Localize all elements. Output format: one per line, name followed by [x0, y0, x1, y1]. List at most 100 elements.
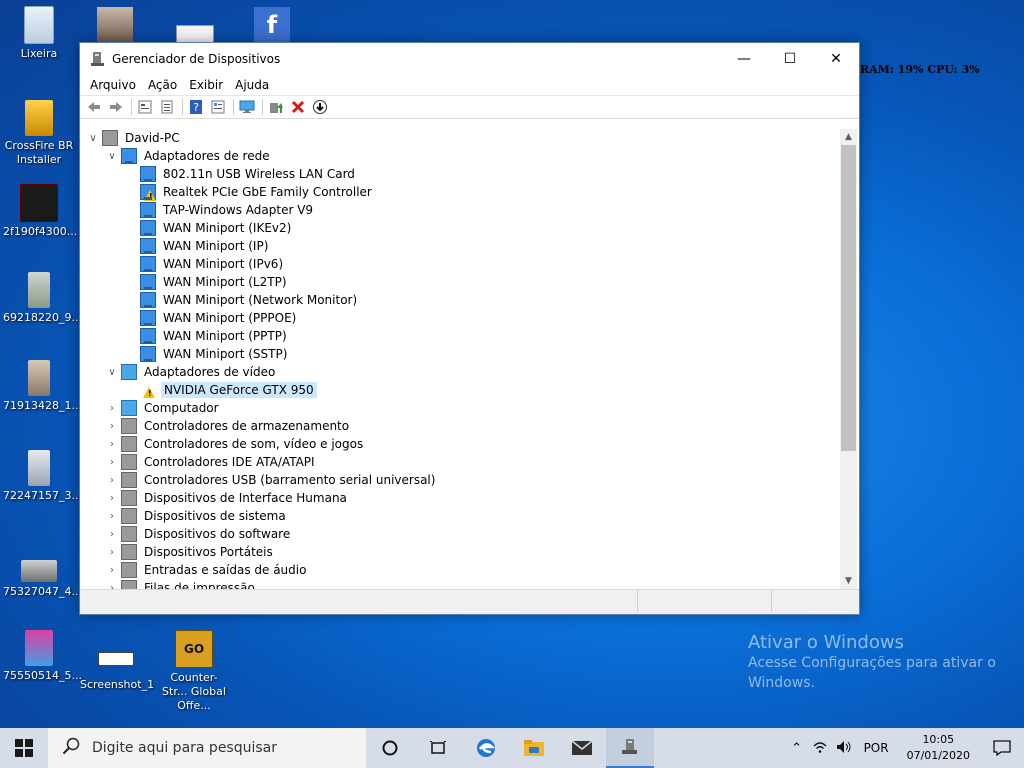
tree-category[interactable]: › Computador: [105, 399, 221, 417]
tree-item-label: Computador: [144, 401, 219, 415]
tree-category-network[interactable]: ∨ Adaptadores de rede: [105, 147, 272, 165]
tree-item-label: WAN Miniport (L2TP): [163, 275, 287, 289]
file-explorer-button[interactable]: [510, 728, 558, 768]
tree-item-network-adapter[interactable]: 802.11n USB Wireless LAN Card: [124, 165, 357, 183]
tree-item-network-adapter[interactable]: WAN Miniport (PPTP): [124, 327, 289, 345]
help-button[interactable]: ?: [186, 97, 206, 117]
taskbar-search-box[interactable]: Digite aqui para pesquisar: [48, 728, 366, 768]
desktop-icon-file-72247157[interactable]: 72247157_3...: [3, 450, 82, 503]
status-pane-main: [80, 590, 638, 612]
tree-item-network-adapter[interactable]: WAN Miniport (Network Monitor): [124, 291, 359, 309]
tree-category-video[interactable]: ∨ Adaptadores de vídeo: [105, 363, 277, 381]
status-pane-2: [638, 590, 772, 612]
desktop-icon-file-75327047[interactable]: 75327047_4...: [3, 552, 82, 599]
desktop-icon-csgo[interactable]: GO Counter-Str... Global Offe...: [158, 630, 230, 713]
disable-device-button[interactable]: [310, 97, 330, 117]
tree-item-network-adapter[interactable]: WAN Miniport (IPv6): [124, 255, 285, 273]
tree-item-network-adapter[interactable]: WAN Miniport (SSTP): [124, 345, 289, 363]
tree-item-network-adapter[interactable]: WAN Miniport (PPPOE): [124, 309, 298, 327]
scrollbar-thumb[interactable]: [841, 145, 856, 451]
network-adapter-icon: [121, 148, 137, 164]
menu-exibir[interactable]: Exibir: [183, 78, 229, 92]
svg-text:?: ?: [193, 101, 199, 114]
desktop-icon-screenshot[interactable]: Screenshot_1: [80, 640, 154, 692]
language-indicator[interactable]: POR: [856, 741, 897, 755]
close-button[interactable]: ✕: [813, 43, 859, 75]
forward-button[interactable]: [106, 97, 126, 117]
tree-item-network-adapter[interactable]: ! Realtek PCIe GbE Family Controller: [124, 183, 374, 201]
chevron-right-icon[interactable]: ›: [105, 509, 119, 523]
mail-button[interactable]: [558, 728, 606, 768]
status-bar: [80, 589, 859, 614]
task-view-button[interactable]: [366, 728, 414, 768]
desktop-icon-partial-facebook[interactable]: f: [254, 7, 290, 43]
device-manager-taskbar-button[interactable]: [606, 728, 654, 768]
details-view-button[interactable]: [208, 97, 228, 117]
chevron-right-icon[interactable]: ›: [105, 401, 119, 415]
device-manager-window[interactable]: Gerenciador de Dispositivos — ☐ ✕ Arquiv…: [79, 42, 860, 615]
maximize-button[interactable]: ☐: [767, 43, 813, 75]
chevron-right-icon[interactable]: ›: [105, 545, 119, 559]
recycle-bin-icon: [24, 6, 54, 44]
properties-view-button[interactable]: [135, 97, 155, 117]
update-driver-button[interactable]: [266, 97, 286, 117]
chevron-right-icon[interactable]: ›: [105, 491, 119, 505]
tree-item-network-adapter[interactable]: WAN Miniport (IKEv2): [124, 219, 293, 237]
volume-icon[interactable]: [832, 740, 856, 757]
task-switcher-button[interactable]: [414, 728, 462, 768]
chevron-down-icon[interactable]: ∨: [86, 131, 100, 145]
scroll-up-arrow-icon[interactable]: ▲: [840, 129, 857, 145]
wifi-icon[interactable]: [808, 740, 832, 757]
tree-category[interactable]: › Entradas e saídas de áudio: [105, 561, 308, 579]
menu-acao[interactable]: Ação: [142, 78, 183, 92]
tree-root-computer[interactable]: ∨ David-PC: [86, 129, 182, 147]
edge-icon: [477, 739, 496, 757]
tree-category[interactable]: › Controladores IDE ATA/ATAPI: [105, 453, 317, 471]
tree-category[interactable]: › Dispositivos de sistema: [105, 507, 288, 525]
tree-category[interactable]: › Dispositivos do software: [105, 525, 292, 543]
title-bar[interactable]: Gerenciador de Dispositivos — ☐ ✕: [80, 43, 859, 75]
chevron-right-icon[interactable]: ›: [105, 455, 119, 469]
tree-item-network-adapter[interactable]: TAP-Windows Adapter V9: [124, 201, 315, 219]
desktop-icon-file-75550514[interactable]: 75550514_5...: [3, 630, 82, 683]
scan-hardware-button[interactable]: [237, 97, 257, 117]
tree-item-network-adapter[interactable]: WAN Miniport (L2TP): [124, 273, 289, 291]
list-view-button[interactable]: [157, 97, 177, 117]
minimize-button[interactable]: —: [721, 43, 767, 75]
device-tree[interactable]: ∨ David-PC ∨ Adaptadores de rede 802.11n USB…: [80, 129, 840, 589]
tree-category[interactable]: › Filas de impressão: [105, 579, 257, 589]
menu-ajuda[interactable]: Ajuda: [229, 78, 275, 92]
tree-category[interactable]: › Dispositivos Portáteis: [105, 543, 275, 561]
tree-item-video-adapter[interactable]: ! NVIDIA GeForce GTX 950: [124, 381, 317, 399]
vertical-scrollbar[interactable]: ▲ ▼: [840, 129, 857, 589]
uninstall-button[interactable]: [288, 97, 308, 117]
chevron-right-icon[interactable]: ›: [105, 437, 119, 451]
action-center-button[interactable]: [980, 740, 1024, 756]
chevron-right-icon[interactable]: ›: [105, 419, 119, 433]
back-button[interactable]: [84, 97, 104, 117]
desktop-icon-file-71913428[interactable]: 71913428_1...: [3, 360, 82, 413]
menu-arquivo[interactable]: Arquivo: [84, 78, 142, 92]
chevron-right-icon[interactable]: ›: [105, 581, 119, 590]
show-hidden-icons-button[interactable]: ⌃: [786, 741, 808, 756]
chevron-right-icon[interactable]: ›: [105, 527, 119, 541]
tree-item-network-adapter[interactable]: WAN Miniport (IP): [124, 237, 270, 255]
tree-category[interactable]: › Controladores de armazenamento: [105, 417, 351, 435]
scroll-down-arrow-icon[interactable]: ▼: [840, 573, 857, 589]
start-button[interactable]: [0, 728, 48, 768]
desktop-icon-crossfire-installer[interactable]: CrossFire BR Installer: [3, 100, 75, 167]
edge-browser-button[interactable]: [462, 728, 510, 768]
tree-category[interactable]: › Controladores USB (barramento serial un…: [105, 471, 437, 489]
tree-category[interactable]: › Controladores de som, vídeo e jogos: [105, 435, 365, 453]
chevron-right-icon[interactable]: ›: [105, 473, 119, 487]
desktop-icon-file-69218220[interactable]: 69218220_9...: [3, 272, 82, 325]
tree-category[interactable]: › Dispositivos de Interface Humana: [105, 489, 349, 507]
desktop-icon-recycle-bin[interactable]: Lixeira: [3, 6, 75, 61]
chevron-down-icon[interactable]: ∨: [105, 365, 119, 379]
clock[interactable]: 10:05 07/01/2020: [907, 732, 970, 764]
chevron-down-icon[interactable]: ∨: [105, 149, 119, 163]
desktop-icon-partial-photo[interactable]: [97, 7, 133, 43]
chevron-right-icon[interactable]: ›: [105, 563, 119, 577]
desktop-icon-file-2f190f[interactable]: 2f190f4300...: [3, 184, 77, 239]
